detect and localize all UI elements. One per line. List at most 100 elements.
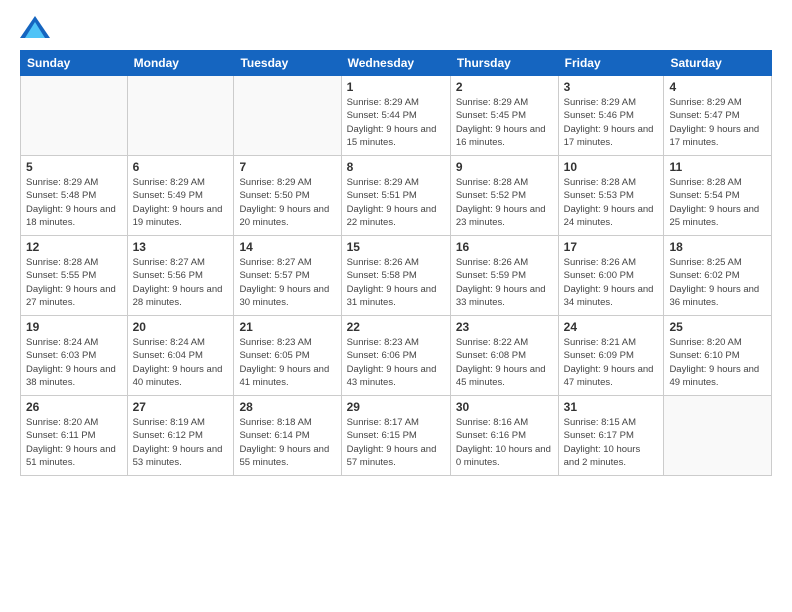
day-detail: Sunrise: 8:29 AM Sunset: 5:49 PM Dayligh…: [133, 176, 229, 229]
day-number: 7: [239, 160, 335, 174]
day-detail: Sunrise: 8:28 AM Sunset: 5:52 PM Dayligh…: [456, 176, 553, 229]
day-cell: [664, 396, 772, 476]
day-cell: 27 Sunrise: 8:19 AM Sunset: 6:12 PM Dayli…: [127, 396, 234, 476]
weekday-saturday: Saturday: [664, 51, 772, 76]
day-cell: 4Sunrise: 8:29 AM Sunset: 5:47 PM Daylig…: [664, 76, 772, 156]
header: [20, 16, 772, 38]
day-detail: Sunrise: 8:29 AM Sunset: 5:45 PM Dayligh…: [456, 96, 553, 149]
day-number: 1: [347, 80, 445, 94]
day-cell: 26 Sunrise: 8:20 AM Sunset: 6:11 PM Dayli…: [21, 396, 128, 476]
day-cell: 30 Sunrise: 8:16 AM Sunset: 6:16 PM Dayli…: [450, 396, 558, 476]
day-cell: 28 Sunrise: 8:18 AM Sunset: 6:14 PM Dayli…: [234, 396, 341, 476]
weekday-sunday: Sunday: [21, 51, 128, 76]
day-cell: [21, 76, 128, 156]
day-cell: 20 Sunrise: 8:24 AM Sunset: 6:04 PM Dayli…: [127, 316, 234, 396]
day-cell: 25 Sunrise: 8:20 AM Sunset: 6:10 PM Dayli…: [664, 316, 772, 396]
weekday-friday: Friday: [558, 51, 664, 76]
weekday-thursday: Thursday: [450, 51, 558, 76]
day-detail: Sunrise: 8:26 AM Sunset: 5:58 PM Dayligh…: [347, 256, 445, 309]
day-number: 17: [564, 240, 659, 254]
day-cell: 17 Sunrise: 8:26 AM Sunset: 6:00 PM Dayli…: [558, 236, 664, 316]
weekday-monday: Monday: [127, 51, 234, 76]
day-number: 22: [347, 320, 445, 334]
day-cell: 29Sunrise: 8:17 AM Sunset: 6:15 PM Dayli…: [341, 396, 450, 476]
day-number: 8: [347, 160, 445, 174]
day-detail: Sunrise: 8:20 AM Sunset: 6:11 PM Dayligh…: [26, 416, 122, 469]
week-row-1: 1 Sunrise: 8:29 AM Sunset: 5:44 PM Daylig…: [21, 76, 772, 156]
day-detail: Sunrise: 8:29 AM Sunset: 5:51 PM Dayligh…: [347, 176, 445, 229]
day-detail: Sunrise: 8:24 AM Sunset: 6:03 PM Dayligh…: [26, 336, 122, 389]
day-cell: 5Sunrise: 8:29 AM Sunset: 5:48 PM Daylig…: [21, 156, 128, 236]
day-detail: Sunrise: 8:28 AM Sunset: 5:55 PM Dayligh…: [26, 256, 122, 309]
logo-icon: [20, 16, 50, 38]
day-number: 30: [456, 400, 553, 414]
day-detail: Sunrise: 8:22 AM Sunset: 6:08 PM Dayligh…: [456, 336, 553, 389]
day-detail: Sunrise: 8:26 AM Sunset: 6:00 PM Dayligh…: [564, 256, 659, 309]
day-detail: Sunrise: 8:18 AM Sunset: 6:14 PM Dayligh…: [239, 416, 335, 469]
day-cell: 2 Sunrise: 8:29 AM Sunset: 5:45 PM Daylig…: [450, 76, 558, 156]
day-detail: Sunrise: 8:27 AM Sunset: 5:57 PM Dayligh…: [239, 256, 335, 309]
day-cell: 19Sunrise: 8:24 AM Sunset: 6:03 PM Dayli…: [21, 316, 128, 396]
day-detail: Sunrise: 8:15 AM Sunset: 6:17 PM Dayligh…: [564, 416, 659, 469]
day-number: 28: [239, 400, 335, 414]
day-detail: Sunrise: 8:28 AM Sunset: 5:54 PM Dayligh…: [669, 176, 766, 229]
day-detail: Sunrise: 8:24 AM Sunset: 6:04 PM Dayligh…: [133, 336, 229, 389]
day-number: 5: [26, 160, 122, 174]
day-detail: Sunrise: 8:20 AM Sunset: 6:10 PM Dayligh…: [669, 336, 766, 389]
day-number: 11: [669, 160, 766, 174]
day-detail: Sunrise: 8:29 AM Sunset: 5:50 PM Dayligh…: [239, 176, 335, 229]
day-detail: Sunrise: 8:16 AM Sunset: 6:16 PM Dayligh…: [456, 416, 553, 469]
day-cell: 22 Sunrise: 8:23 AM Sunset: 6:06 PM Dayli…: [341, 316, 450, 396]
logo: [20, 16, 54, 38]
day-number: 10: [564, 160, 659, 174]
day-detail: Sunrise: 8:23 AM Sunset: 6:05 PM Dayligh…: [239, 336, 335, 389]
day-number: 6: [133, 160, 229, 174]
day-cell: 10Sunrise: 8:28 AM Sunset: 5:53 PM Dayli…: [558, 156, 664, 236]
weekday-tuesday: Tuesday: [234, 51, 341, 76]
day-detail: Sunrise: 8:25 AM Sunset: 6:02 PM Dayligh…: [669, 256, 766, 309]
day-cell: 3 Sunrise: 8:29 AM Sunset: 5:46 PM Daylig…: [558, 76, 664, 156]
week-row-3: 12 Sunrise: 8:28 AM Sunset: 5:55 PM Dayli…: [21, 236, 772, 316]
day-cell: 23 Sunrise: 8:22 AM Sunset: 6:08 PM Dayli…: [450, 316, 558, 396]
day-number: 23: [456, 320, 553, 334]
day-number: 26: [26, 400, 122, 414]
day-cell: 1 Sunrise: 8:29 AM Sunset: 5:44 PM Daylig…: [341, 76, 450, 156]
weekday-header-row: SundayMondayTuesdayWednesdayThursdayFrid…: [21, 51, 772, 76]
day-detail: Sunrise: 8:23 AM Sunset: 6:06 PM Dayligh…: [347, 336, 445, 389]
day-cell: [127, 76, 234, 156]
day-number: 12: [26, 240, 122, 254]
day-number: 24: [564, 320, 659, 334]
day-cell: 14 Sunrise: 8:27 AM Sunset: 5:57 PM Dayli…: [234, 236, 341, 316]
week-row-4: 19Sunrise: 8:24 AM Sunset: 6:03 PM Dayli…: [21, 316, 772, 396]
day-cell: 12 Sunrise: 8:28 AM Sunset: 5:55 PM Dayli…: [21, 236, 128, 316]
day-detail: Sunrise: 8:29 AM Sunset: 5:46 PM Dayligh…: [564, 96, 659, 149]
day-number: 16: [456, 240, 553, 254]
day-cell: 6 Sunrise: 8:29 AM Sunset: 5:49 PM Daylig…: [127, 156, 234, 236]
day-detail: Sunrise: 8:29 AM Sunset: 5:44 PM Dayligh…: [347, 96, 445, 149]
day-number: 25: [669, 320, 766, 334]
day-number: 4: [669, 80, 766, 94]
day-number: 20: [133, 320, 229, 334]
day-detail: Sunrise: 8:27 AM Sunset: 5:56 PM Dayligh…: [133, 256, 229, 309]
day-number: 14: [239, 240, 335, 254]
calendar-page: SundayMondayTuesdayWednesdayThursdayFrid…: [0, 0, 792, 492]
day-number: 31: [564, 400, 659, 414]
day-number: 18: [669, 240, 766, 254]
day-number: 27: [133, 400, 229, 414]
day-cell: 31 Sunrise: 8:15 AM Sunset: 6:17 PM Dayli…: [558, 396, 664, 476]
week-row-5: 26 Sunrise: 8:20 AM Sunset: 6:11 PM Dayli…: [21, 396, 772, 476]
day-cell: 11 Sunrise: 8:28 AM Sunset: 5:54 PM Dayli…: [664, 156, 772, 236]
day-number: 3: [564, 80, 659, 94]
calendar-table: SundayMondayTuesdayWednesdayThursdayFrid…: [20, 50, 772, 476]
day-detail: Sunrise: 8:17 AM Sunset: 6:15 PM Dayligh…: [347, 416, 445, 469]
day-detail: Sunrise: 8:21 AM Sunset: 6:09 PM Dayligh…: [564, 336, 659, 389]
day-detail: Sunrise: 8:26 AM Sunset: 5:59 PM Dayligh…: [456, 256, 553, 309]
day-cell: 13Sunrise: 8:27 AM Sunset: 5:56 PM Dayli…: [127, 236, 234, 316]
day-number: 9: [456, 160, 553, 174]
day-cell: 8 Sunrise: 8:29 AM Sunset: 5:51 PM Daylig…: [341, 156, 450, 236]
day-cell: [234, 76, 341, 156]
day-cell: 21Sunrise: 8:23 AM Sunset: 6:05 PM Dayli…: [234, 316, 341, 396]
day-number: 2: [456, 80, 553, 94]
day-cell: 16 Sunrise: 8:26 AM Sunset: 5:59 PM Dayli…: [450, 236, 558, 316]
day-detail: Sunrise: 8:19 AM Sunset: 6:12 PM Dayligh…: [133, 416, 229, 469]
